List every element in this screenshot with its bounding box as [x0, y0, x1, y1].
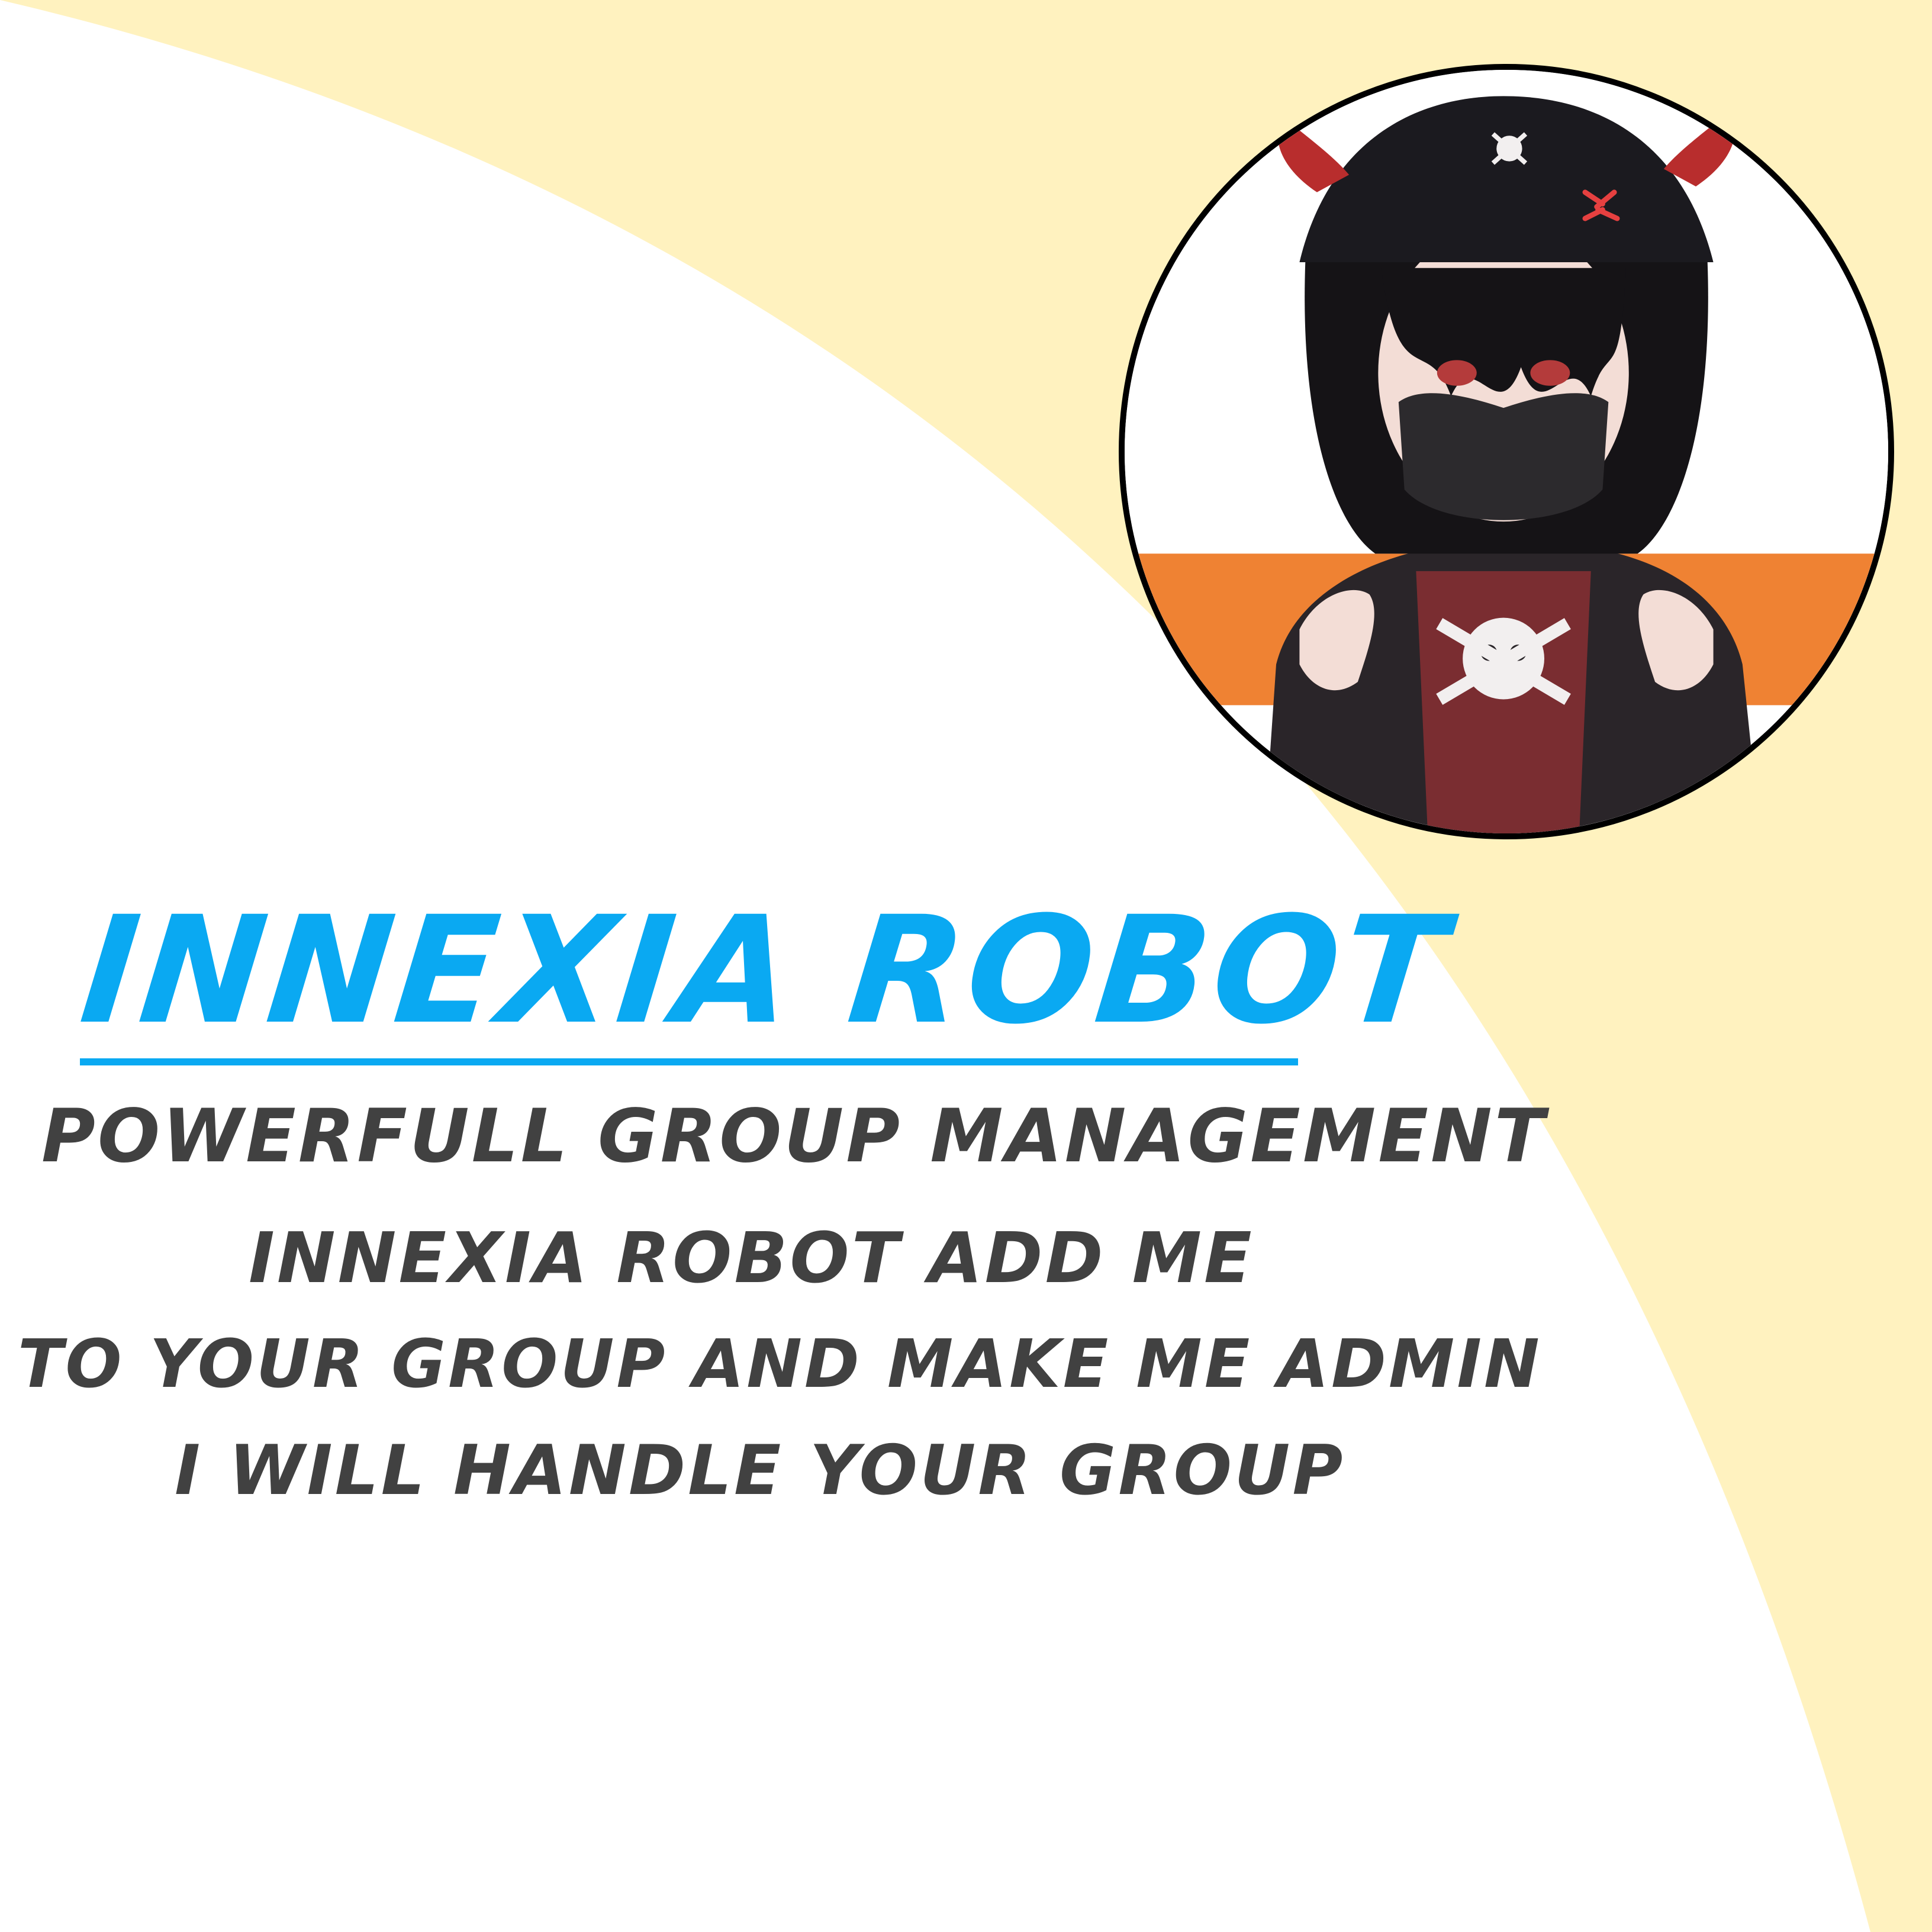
- anime-girl-portrait-icon: [1125, 70, 1888, 833]
- tagline-line-3: TO YOUR GROUP AND MAKE ME ADMIN: [18, 1326, 1542, 1403]
- tagline-line-1: POWERFULL GROUP MANAGEMENT: [41, 1094, 1547, 1179]
- title-underline: [80, 1058, 1298, 1065]
- bot-title: INNEXIA ROBOT: [73, 884, 1457, 1057]
- avatar: [1119, 64, 1894, 839]
- tagline-line-4: I WILL HANDLE YOUR GROUP: [175, 1431, 1345, 1511]
- tagline-line-2: INNEXIA ROBOT ADD ME: [249, 1217, 1254, 1299]
